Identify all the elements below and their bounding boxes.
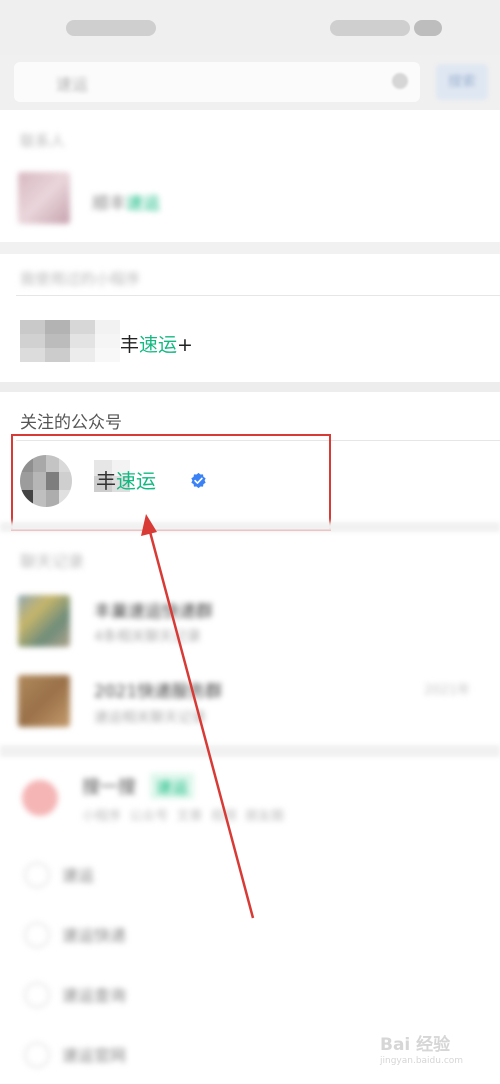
watermark-logo: Bai 经验 [380,1035,451,1055]
annotation-arrow [141,514,255,919]
watermark-url: jingyan.baidu.com [380,1056,464,1066]
